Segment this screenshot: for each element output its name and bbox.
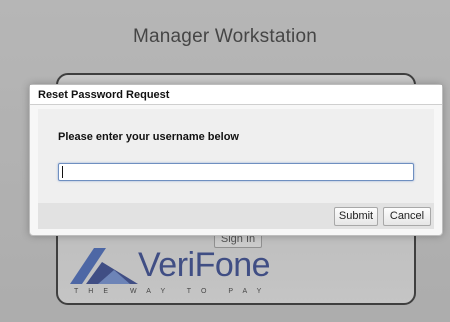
username-input[interactable]	[58, 163, 414, 181]
submit-button[interactable]: Submit	[334, 207, 378, 226]
dialog-body: Please enter your username below	[38, 109, 434, 203]
cancel-button[interactable]: Cancel	[383, 207, 431, 226]
text-caret	[62, 166, 63, 178]
dialog-footer: Submit Cancel	[38, 203, 434, 229]
dialog-title: Reset Password Request	[30, 85, 442, 105]
reset-password-dialog: Reset Password Request Please enter your…	[29, 84, 443, 236]
username-prompt: Please enter your username below	[58, 131, 239, 143]
